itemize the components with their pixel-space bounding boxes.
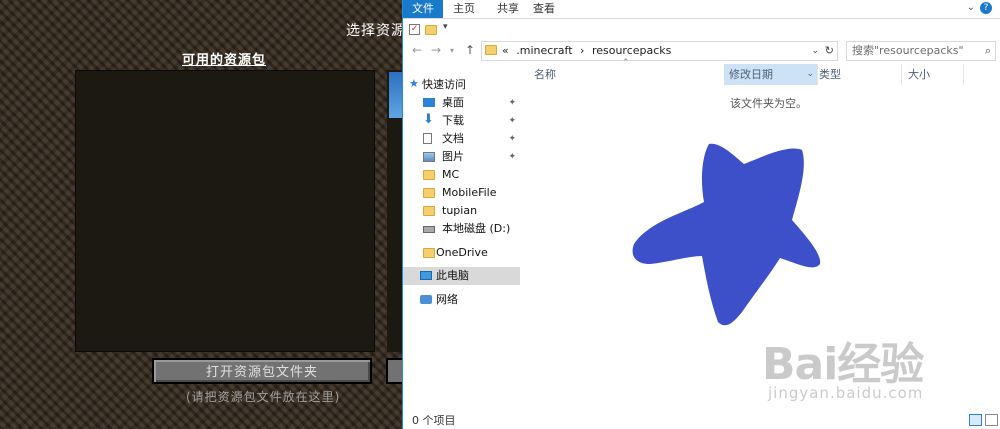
column-header-name[interactable]: 名称: [534, 64, 720, 85]
tab-share[interactable]: 共享: [491, 0, 525, 18]
up-arrow-icon[interactable]: ↑: [465, 43, 475, 57]
network-icon: [420, 295, 432, 304]
nav-item-label: 下载: [442, 114, 464, 127]
refresh-icon[interactable]: ↻: [825, 42, 834, 60]
folder-icon: [423, 248, 435, 258]
column-header-size[interactable]: 大小: [908, 64, 963, 85]
status-bar: 0 个项目: [403, 412, 1000, 429]
column-divider[interactable]: [817, 64, 818, 85]
folder-icon: [423, 188, 435, 198]
ribbon-tabs: 文件 主页 共享 查看 ⌄?: [403, 0, 1000, 19]
tab-file[interactable]: 文件: [403, 0, 443, 18]
folder-icon: [485, 45, 497, 55]
nav-item-label: 图片: [442, 150, 464, 163]
nav-item-documents[interactable]: 文档 ✦: [403, 130, 520, 148]
nav-item-downloads[interactable]: ⬇ 下载 ✦: [403, 112, 520, 130]
tab-view[interactable]: 查看: [527, 0, 561, 18]
ribbon-controls: ⌄?: [967, 2, 992, 14]
chevron-right-icon[interactable]: ›: [580, 44, 584, 57]
pin-icon[interactable]: ✦: [508, 94, 516, 112]
properties-icon[interactable]: ✓: [409, 24, 420, 35]
column-divider[interactable]: [963, 64, 964, 85]
nav-item-label: tupian: [442, 204, 478, 217]
available-packs-label: 可用的资源包: [182, 53, 267, 68]
nav-item-onedrive[interactable]: OneDrive: [403, 244, 520, 262]
minecraft-resource-pack-screen: 选择资源 可用的资源包 打开资源包文件夹 (请把资源包文件放在这里): [0, 0, 402, 429]
search-icon[interactable]: ⌕: [985, 42, 991, 60]
quick-access-toolbar: ✓ ▾: [403, 19, 1000, 41]
pin-icon[interactable]: ✦: [508, 112, 516, 130]
search-input[interactable]: 搜索"resourcepacks" ⌕: [846, 41, 996, 61]
baidu-logo: Bai经验: [762, 339, 924, 390]
empty-folder-message: 该文件夹为空。: [730, 97, 807, 110]
nav-item-label: OneDrive: [436, 246, 488, 259]
baidu-jingyan-watermark: Bai经验 jingyan.baidu.com: [748, 322, 1000, 412]
column-divider[interactable]: [901, 64, 902, 85]
nav-item-label: 本地磁盘 (D:): [442, 222, 511, 235]
tab-home[interactable]: 主页: [447, 0, 481, 18]
nav-item-mobilefile[interactable]: MobileFile: [403, 184, 520, 202]
folder-icon: [423, 206, 435, 216]
column-header-type[interactable]: 类型: [819, 64, 903, 85]
breadcrumb-ellipsis[interactable]: «: [502, 44, 509, 57]
done-button[interactable]: [386, 358, 402, 384]
nav-item-label: 此电脑: [436, 269, 469, 282]
nav-item-label: 桌面: [442, 96, 464, 109]
star-annotation: [632, 143, 821, 326]
nav-item-label: MC: [442, 168, 460, 181]
nav-item-this-pc[interactable]: 此电脑: [403, 267, 520, 285]
download-icon: ⬇: [423, 112, 434, 127]
column-header-date-modified[interactable]: 修改日期 ⌄: [724, 64, 817, 85]
pin-icon[interactable]: ✦: [508, 130, 516, 148]
chevron-down-icon[interactable]: ⌄: [806, 64, 814, 85]
chevron-down-icon[interactable]: ⌄: [811, 42, 819, 60]
help-icon[interactable]: ?: [980, 2, 992, 14]
nav-item-local-disk-d[interactable]: 本地磁盘 (D:): [403, 220, 520, 238]
nav-item-desktop[interactable]: 桌面 ✦: [403, 94, 520, 112]
breadcrumb: « .minecraft › resourcepacks: [502, 42, 675, 60]
folder-icon: [423, 170, 435, 180]
drive-icon: [423, 226, 435, 233]
nav-item-label: 网络: [436, 293, 458, 306]
picture-icon: [423, 152, 435, 162]
nav-item-network[interactable]: 网络: [403, 291, 520, 309]
watermark-url: jingyan.baidu.com: [768, 384, 924, 402]
pack-thumbnail[interactable]: [389, 72, 402, 118]
breadcrumb-item[interactable]: resourcepacks: [592, 44, 671, 57]
address-row: ← → ▾ ↑ « .minecraft › resourcepacks ⌄ ↻…: [403, 40, 1000, 62]
desktop-icon: [423, 98, 435, 107]
screen-title: 选择资源: [346, 23, 402, 39]
address-bar[interactable]: « .minecraft › resourcepacks ⌄ ↻: [481, 41, 838, 61]
nav-item-pictures[interactable]: 图片 ✦: [403, 148, 520, 166]
star-icon: ★: [409, 77, 419, 90]
chevron-down-icon[interactable]: ⌄: [967, 2, 975, 13]
nav-item-label: 快速访问: [422, 78, 466, 91]
new-folder-icon[interactable]: [425, 25, 437, 35]
chevron-down-icon[interactable]: ▾: [443, 22, 448, 32]
folder-hint: (请把资源包文件放在这里): [186, 390, 341, 404]
column-header-label: 修改日期: [729, 68, 773, 81]
forward-arrow-icon[interactable]: →: [431, 43, 441, 57]
pin-icon[interactable]: ✦: [508, 148, 516, 166]
details-view-icon[interactable]: [969, 414, 982, 426]
nav-item-label: 文档: [442, 132, 464, 145]
available-packs-list[interactable]: [75, 70, 375, 352]
nav-item-label: MobileFile: [442, 186, 497, 199]
nav-item-quick-access[interactable]: ★ 快速访问: [403, 76, 520, 94]
item-count: 0 个项目: [412, 414, 456, 427]
pc-icon: [420, 271, 432, 280]
back-arrow-icon[interactable]: ←: [412, 43, 422, 57]
navigation-pane: ★ 快速访问 桌面 ✦ ⬇ 下载 ✦ 文档 ✦ 图片 ✦ MC MobileFi…: [403, 64, 520, 410]
star-annotation-shape: [632, 143, 821, 326]
search-placeholder: 搜索"resourcepacks": [852, 44, 964, 57]
nav-item-tupian[interactable]: tupian: [403, 202, 520, 220]
breadcrumb-item[interactable]: .minecraft: [516, 44, 572, 57]
open-pack-folder-button[interactable]: 打开资源包文件夹: [152, 358, 372, 384]
large-icons-view-icon[interactable]: [985, 414, 998, 426]
nav-item-mc[interactable]: MC: [403, 166, 520, 184]
document-icon: [423, 133, 432, 144]
recent-locations-icon[interactable]: ▾: [450, 46, 454, 55]
